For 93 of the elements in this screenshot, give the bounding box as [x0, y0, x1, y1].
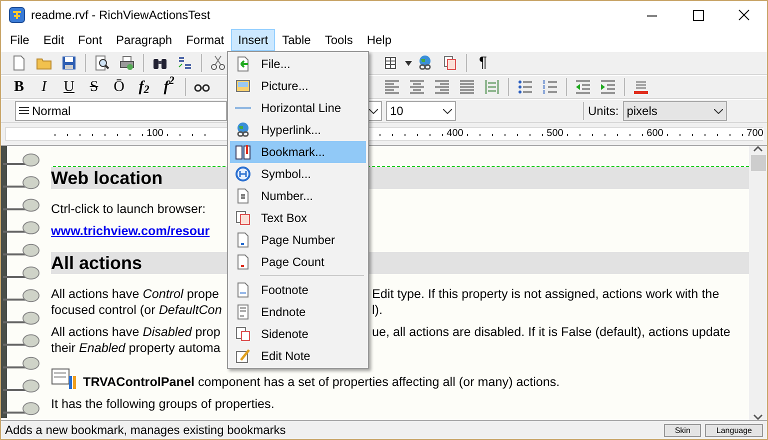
indent-icon[interactable]: [600, 79, 616, 95]
format-button[interactable]: U: [57, 76, 81, 98]
ruler-label: 700: [746, 128, 764, 140]
pilcrow-button[interactable]: ¶: [471, 52, 495, 74]
paragraph-text: ue, all actions are disabled. If it is False (default), actions update: [372, 324, 730, 340]
menu-item[interactable]: File: [3, 29, 36, 51]
page-icon: [235, 232, 251, 248]
pencil-note-icon: [235, 348, 251, 364]
document-arrow-icon: [235, 56, 251, 72]
format-button[interactable]: Ō: [107, 76, 131, 98]
status-button[interactable]: Language: [705, 424, 763, 436]
menu-item[interactable]: Picture...: [230, 75, 366, 97]
align-right-icon[interactable]: [434, 79, 450, 95]
menu-item[interactable]: Sidenote: [230, 323, 366, 345]
size-combo[interactable]: 10: [386, 101, 456, 121]
menu-item[interactable]: Number...: [230, 185, 366, 207]
paragraph-text: Edit type. If this property is not assigned, actions work with the: [372, 286, 720, 302]
paragraph-text: It has the following groups of properties.: [51, 396, 274, 412]
paragraph-text: l).: [372, 302, 382, 318]
scissors-icon[interactable]: [210, 55, 226, 71]
menu-item[interactable]: Tools: [318, 29, 360, 51]
paragraph-text: TRVAControlPanel component has a set of properties affecting all (or many) actions.: [83, 374, 560, 390]
globe-link-icon: [235, 122, 251, 138]
format-button[interactable]: I: [32, 76, 56, 98]
window-title: readme.rvf - RichViewActionsTest: [31, 7, 212, 24]
print-preview-icon[interactable]: [94, 55, 110, 71]
web-link[interactable]: www.trichview.com/resour: [51, 223, 210, 239]
spell-check-icon[interactable]: [177, 55, 193, 71]
menu-item[interactable]: Text Box: [230, 207, 366, 229]
bullet-list-icon[interactable]: [517, 79, 533, 95]
format-button[interactable]: S: [82, 76, 106, 98]
scroll-up-icon[interactable]: [753, 146, 763, 152]
menu-item[interactable]: Table: [275, 29, 318, 51]
paragraph-text: their Enabled property automa: [51, 340, 220, 356]
status-text: Adds a new bookmark, manages existing bookmarks: [5, 422, 287, 439]
menu-item[interactable]: Paragraph: [109, 29, 180, 51]
style-combo[interactable]: Normal: [15, 101, 227, 121]
units-label: Units:: [588, 103, 619, 120]
menu-item[interactable]: Bookmark...: [230, 141, 366, 163]
document-heading: All actions: [51, 253, 142, 273]
menu-item[interactable]: Page Number: [230, 229, 366, 251]
numbered-list-icon[interactable]: [542, 79, 558, 95]
menu-item[interactable]: Format: [179, 29, 232, 51]
justify-icon[interactable]: [459, 79, 475, 95]
paragraph-style-icon: [19, 107, 29, 115]
paragraph-text: Ctrl-click to launch browser:: [51, 201, 206, 217]
scroll-thumb[interactable]: [750, 155, 766, 171]
numbered-page-icon: [235, 188, 251, 204]
scroll-down-icon[interactable]: [753, 414, 763, 420]
format-button[interactable]: f$^{2}$: [157, 76, 181, 98]
paragraph-text: focused control (or DefaultCon: [51, 302, 223, 318]
text-color-icon[interactable]: [633, 79, 649, 95]
copy-icon[interactable]: [442, 55, 458, 71]
menu-item[interactable]: Help: [360, 29, 399, 51]
new-document-icon[interactable]: [11, 55, 27, 71]
align-left-icon[interactable]: [384, 79, 400, 95]
menu-item[interactable]: Horizontal Line: [230, 97, 366, 119]
menu-item[interactable]: Hyperlink...: [230, 119, 366, 141]
paragraph-text: All actions have Disabled prop: [51, 324, 222, 340]
menu-item[interactable]: Page Count: [230, 251, 366, 273]
app-icon: [9, 7, 25, 23]
menu-item[interactable]: Footnote: [230, 279, 366, 301]
save-icon[interactable]: [61, 55, 77, 71]
control-panel-icon: [51, 368, 77, 390]
status-button[interactable]: Skin: [664, 424, 702, 436]
note-page-icon: [235, 304, 251, 320]
distribute-icon[interactable]: [484, 79, 500, 95]
menu-item[interactable]: File...: [230, 53, 366, 75]
picture-icon: [235, 78, 251, 94]
menu-item[interactable]: Font: [71, 29, 110, 51]
paragraph-text: All actions have Control prope: [51, 286, 220, 302]
note-page-icon: [235, 326, 251, 342]
menu-item[interactable]: Symbol...: [230, 163, 366, 185]
outdent-icon[interactable]: [575, 79, 591, 95]
printer-icon[interactable]: [119, 55, 135, 71]
menu-item[interactable]: Insert: [231, 29, 276, 51]
menu-item[interactable]: Edit Note: [230, 345, 366, 367]
globe-link-icon[interactable]: [417, 55, 433, 71]
page-icon: [235, 254, 251, 270]
menu-item[interactable]: Endnote: [230, 301, 366, 323]
format-button[interactable]: B: [7, 76, 31, 98]
symbol-icon: [235, 166, 251, 182]
document-heading: Web location: [51, 168, 163, 188]
format-button[interactable]: f$_{2}$: [132, 76, 156, 98]
maximize-icon[interactable]: [691, 8, 705, 22]
menu-item[interactable]: Edit: [36, 29, 72, 51]
units-combo[interactable]: pixels: [622, 101, 727, 121]
line-icon: [235, 107, 251, 109]
close-icon[interactable]: [737, 8, 751, 22]
align-center-icon[interactable]: [409, 79, 425, 95]
book-icon: [235, 144, 251, 160]
note-page-icon: [235, 282, 251, 298]
text-box-icon: [235, 210, 251, 226]
